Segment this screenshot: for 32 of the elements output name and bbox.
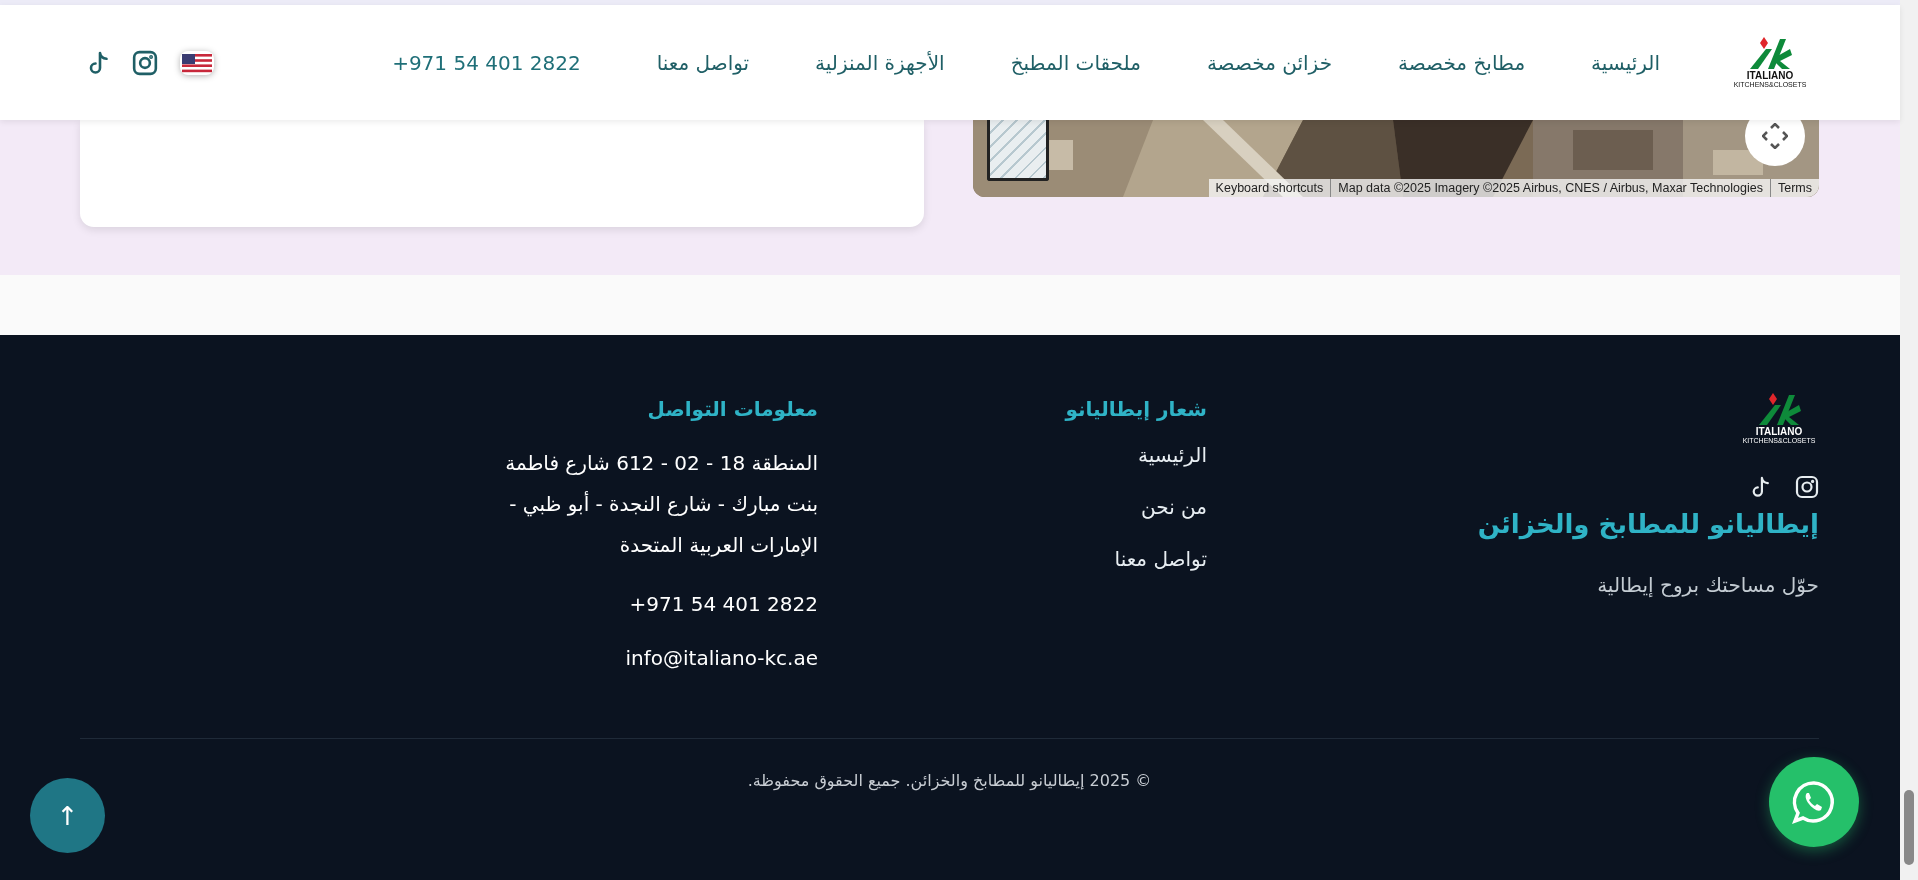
column-heading: معلومات التواصل bbox=[647, 397, 818, 421]
nav-link[interactable]: مطابخ مخصصة bbox=[1398, 50, 1526, 75]
map-attribution[interactable]: Terms bbox=[1770, 179, 1819, 197]
copyright-text: © 2025 إيطاليانو للمطابخ والخزائن. جميع الحقوق محفوظة. bbox=[746, 771, 1153, 790]
brand-title: إيطاليانو للمطابخ والخزائن bbox=[1477, 509, 1819, 540]
chat-button[interactable] bbox=[1769, 757, 1859, 847]
logo-name: ITALIANO bbox=[1746, 71, 1794, 82]
map-attribution[interactable]: Map data ©2025 Imagery ©2025 Airbus, CNES / Airbus, Maxar Technologies bbox=[1331, 179, 1771, 197]
phone-link[interactable]: +971 54 401 2822 bbox=[392, 50, 581, 75]
email-link[interactable]: info@italiano-kc.ae bbox=[625, 646, 818, 670]
footer-link[interactable]: تواصل معنا bbox=[1114, 547, 1207, 571]
nav-link[interactable]: الرئيسية bbox=[1591, 50, 1660, 75]
nav-link[interactable]: تواصل معنا bbox=[656, 50, 750, 75]
logo-name: ITALIANO bbox=[1755, 427, 1803, 437]
back-to-top-button[interactable]: ↑ bbox=[30, 778, 105, 853]
nav-link[interactable]: خزائن مخصصة bbox=[1206, 50, 1332, 75]
instagram-icon[interactable] bbox=[132, 49, 158, 76]
address-text: المنطقة 18 - 02 - 612 شارع فاطمة بنت مبارك - شارع النجدة - أبو ظبي - الإمارات العربية المتحدة bbox=[505, 450, 818, 559]
expand-arrows-icon bbox=[1762, 123, 1788, 149]
column-heading: شعار إيطاليانو bbox=[1065, 397, 1207, 421]
phone-link[interactable]: +971 54 401 2822 bbox=[629, 592, 818, 616]
tiktok-icon[interactable] bbox=[88, 50, 110, 75]
map-attribution[interactable]: Keyboard shortcuts bbox=[1208, 179, 1332, 197]
nav-link[interactable]: الأجهزة المنزلية bbox=[815, 50, 945, 75]
footer-link[interactable]: من نحن bbox=[1141, 495, 1207, 519]
map-type-thumbnail[interactable] bbox=[987, 120, 1049, 181]
tagline: حوّل مساحتك بروح إيطالية bbox=[1597, 573, 1819, 598]
footer-link[interactable]: الرئيسية bbox=[1138, 443, 1207, 467]
scrollbar[interactable] bbox=[1900, 0, 1918, 880]
tiktok-icon[interactable] bbox=[1751, 476, 1771, 499]
nav-link[interactable]: ملحقات المطبخ bbox=[1010, 50, 1141, 75]
phone-bubble-icon bbox=[1791, 779, 1837, 825]
